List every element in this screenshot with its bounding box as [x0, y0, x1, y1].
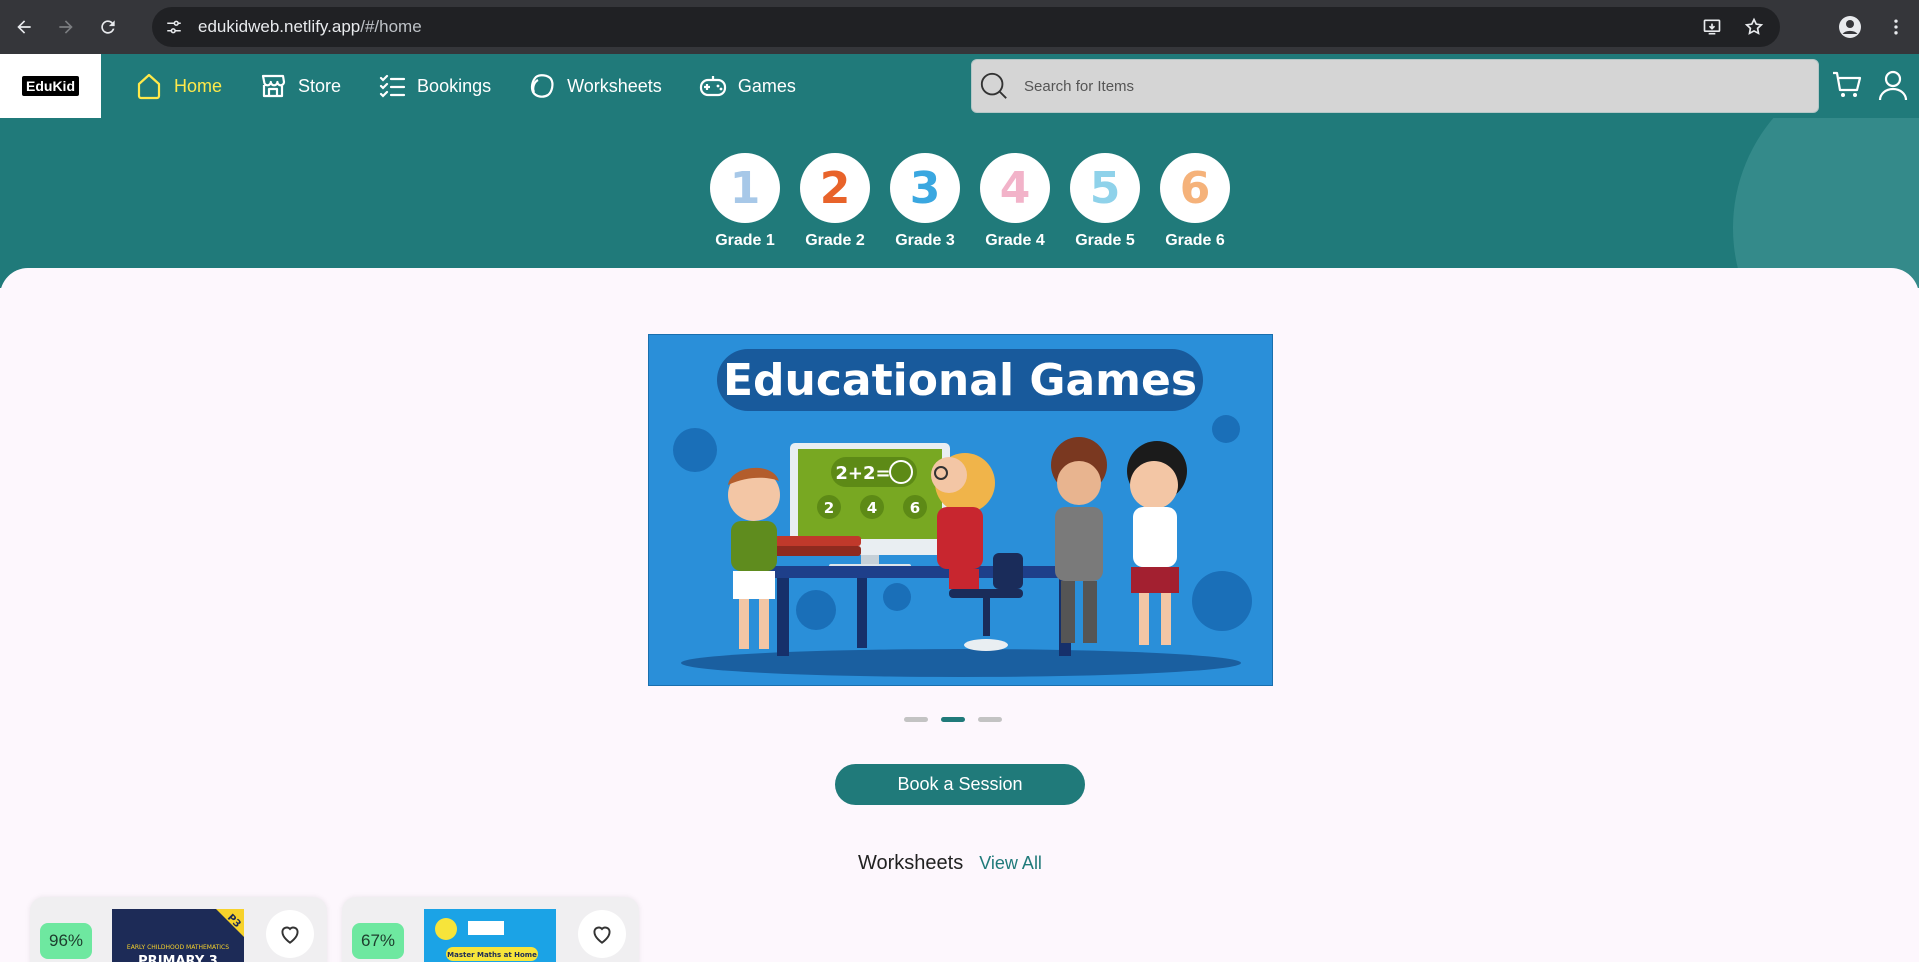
- grade-3-item[interactable]: 3 Grade 3: [880, 153, 970, 250]
- main-nav: Home Store Bookings Worksheets Games: [134, 54, 832, 118]
- carousel-dot-1[interactable]: [904, 717, 928, 722]
- nav-worksheets-label: Worksheets: [567, 75, 662, 96]
- grade-1-label: Grade 1: [715, 232, 775, 249]
- carousel-dot-2[interactable]: [941, 717, 965, 722]
- app-header: EduKid Home Store Bookings Worksheets Ga…: [0, 54, 1919, 118]
- nav-home-label: Home: [174, 75, 223, 96]
- install-app-icon[interactable]: [1698, 13, 1726, 41]
- nav-home[interactable]: Home: [134, 71, 222, 101]
- banner-answer-1: 2: [824, 499, 834, 517]
- search-bar: [971, 59, 1819, 113]
- grade-5-item[interactable]: 5 Grade 5: [1060, 153, 1150, 250]
- svg-text:Master Maths at Home: Master Maths at Home: [447, 951, 537, 959]
- view-all-link[interactable]: View All: [979, 853, 1042, 874]
- reload-button[interactable]: [90, 9, 126, 45]
- arrow-left-icon: [17, 20, 31, 34]
- grade-3-avatar: 3: [890, 153, 960, 223]
- nav-bookings[interactable]: Bookings: [377, 71, 491, 101]
- favorite-button[interactable]: [578, 910, 626, 958]
- search-input[interactable]: [1024, 77, 1724, 95]
- grade-1-avatar: 1: [710, 153, 780, 223]
- site-info-icon[interactable]: [160, 13, 188, 41]
- search-icon[interactable]: [978, 70, 1010, 102]
- profile-avatar-icon[interactable]: [1834, 11, 1866, 43]
- checklist-icon: [379, 74, 406, 98]
- grade-2-avatar: 2: [800, 153, 870, 223]
- grade-4-label: Grade 4: [985, 232, 1045, 249]
- worksheet-thumbnail: Master Maths at Home: [424, 909, 556, 962]
- bookmark-star-icon[interactable]: [1740, 13, 1768, 41]
- nav-games[interactable]: Games: [698, 71, 796, 101]
- grade-2-item[interactable]: 2 Grade 2: [790, 153, 880, 250]
- worksheets-title: Worksheets: [858, 852, 964, 874]
- book-session-button[interactable]: Book a Session: [835, 764, 1085, 805]
- svg-text:PRIMARY 3: PRIMARY 3: [138, 954, 218, 962]
- grade-6-label: Grade 6: [1165, 232, 1225, 249]
- grade-5-label: Grade 5: [1075, 232, 1135, 249]
- kebab-menu-icon[interactable]: [1880, 11, 1912, 43]
- worksheet-thumbnail: P3 EARLY CHILDHOOD MATHEMATICS PRIMARY 3: [112, 909, 244, 962]
- nav-worksheets[interactable]: Worksheets: [527, 71, 662, 101]
- reload-icon: [101, 20, 115, 34]
- worksheet-card[interactable]: 96% P3 EARLY CHILDHOOD MATHEMATICS PRIMA…: [30, 897, 327, 962]
- carousel-indicators: [904, 717, 1002, 722]
- edukid-logo: EduKid: [22, 76, 79, 96]
- favorite-button[interactable]: [266, 910, 314, 958]
- grade-5-avatar: 5: [1070, 153, 1140, 223]
- heart-icon: [593, 926, 611, 944]
- nav-bookings-label: Bookings: [417, 75, 492, 96]
- discount-badge: 67%: [352, 923, 404, 959]
- worksheet-icon: [531, 74, 554, 98]
- grades-band: 1 Grade 1 2 Grade 2 3 Grade 3 4 Grade 4 …: [0, 118, 1919, 288]
- grade-3-label: Grade 3: [895, 232, 955, 249]
- nav-games-label: Games: [737, 75, 796, 96]
- logo-container[interactable]: EduKid: [0, 54, 101, 118]
- home-icon: [137, 73, 161, 100]
- forward-button[interactable]: [48, 9, 84, 45]
- grade-1-item[interactable]: 1 Grade 1: [700, 153, 790, 250]
- heart-icon: [281, 926, 299, 944]
- grade-selector: 1 Grade 1 2 Grade 2 3 Grade 3 4 Grade 4 …: [700, 153, 1240, 250]
- address-bar[interactable]: edukidweb.netlify.app/#/home: [152, 7, 1780, 47]
- banner-equation: 2+2=: [835, 463, 890, 484]
- discount-badge: 96%: [40, 923, 92, 959]
- grade-6-item[interactable]: 6 Grade 6: [1150, 153, 1240, 250]
- worksheets-header: Worksheets View All: [858, 852, 1042, 875]
- decorative-circle: [1733, 118, 1919, 288]
- browser-toolbar: edukidweb.netlify.app/#/home: [0, 0, 1919, 54]
- svg-text:EARLY CHILDHOOD MATHEMATICS: EARLY CHILDHOOD MATHEMATICS: [127, 944, 229, 951]
- user-account-icon[interactable]: [1876, 68, 1910, 102]
- url-text: edukidweb.netlify.app/#/home: [198, 17, 422, 36]
- banner-answer-3: 6: [910, 499, 920, 517]
- banner-title: Educational Games: [717, 349, 1203, 411]
- banner-answer-2: 4: [867, 499, 877, 517]
- carousel-dot-3[interactable]: [978, 717, 1002, 722]
- store-icon: [261, 74, 286, 98]
- grade-2-label: Grade 2: [805, 232, 865, 249]
- grade-4-item[interactable]: 4 Grade 4: [970, 153, 1060, 250]
- cart-icon[interactable]: [1830, 68, 1864, 102]
- grade-6-avatar: 6: [1160, 153, 1230, 223]
- carousel-banner[interactable]: 2+2= 2 4 6 Educational Games: [648, 334, 1273, 686]
- nav-store[interactable]: Store: [258, 71, 341, 101]
- gamepad-icon: [699, 76, 726, 97]
- arrow-right-icon: [59, 20, 73, 34]
- grade-4-avatar: 4: [980, 153, 1050, 223]
- nav-store-label: Store: [298, 75, 342, 96]
- worksheet-card[interactable]: 67% Master Maths at Home: [342, 897, 639, 962]
- back-button[interactable]: [6, 9, 42, 45]
